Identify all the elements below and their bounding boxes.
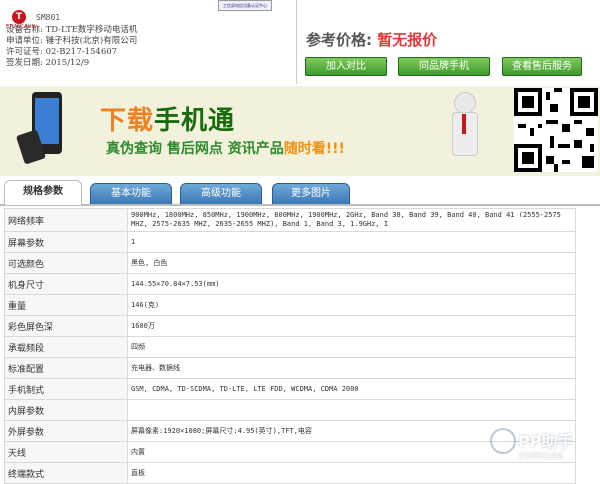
- price-value: 暂无报价: [377, 31, 438, 49]
- spec-key: 终端款式: [4, 462, 128, 484]
- spec-value: 四频: [127, 336, 576, 358]
- spec-value: 1600万: [127, 315, 576, 337]
- spec-value: GSM, CDMA, TD-SCDMA, TD-LTE, LTE FDD, WC…: [127, 378, 576, 400]
- spec-value: 146(克): [127, 294, 576, 316]
- spec-key: 彩色屏色深: [4, 315, 128, 337]
- add-compare-button[interactable]: 加入对比: [305, 57, 387, 76]
- spec-key: 手机制式: [4, 378, 128, 400]
- table-row: 屏幕参数 1: [4, 231, 576, 253]
- device-header: T ETIANCAUN SM801 工信部电信设备认证中心 设备名称: TD-L…: [0, 0, 600, 84]
- spec-key: 可选颜色: [4, 252, 128, 274]
- spec-key: 标准配置: [4, 357, 128, 379]
- brand-logo-icon: T: [12, 10, 26, 24]
- applicant-line: 申请单位: 锤子科技(北京)有限公司: [6, 36, 138, 46]
- spec-value: 1: [127, 231, 576, 253]
- tab-advanced-features[interactable]: 高级功能: [180, 183, 262, 204]
- spec-value: [127, 399, 576, 421]
- table-row: 可选颜色 黑色, 白色: [4, 252, 576, 274]
- watermark-text: PP助手: [518, 432, 574, 451]
- table-row: 标准配置 充电器、数据线: [4, 357, 576, 379]
- watermark-url: 25PP.COM: [518, 452, 563, 462]
- table-row: 承载频段 四频: [4, 336, 576, 358]
- model-number: SM801: [36, 13, 61, 22]
- banner-subtitle-features: 真伪查询 售后网点 资讯产品: [106, 141, 284, 157]
- issue-date-line: 签发日期: 2015/12/9: [6, 58, 90, 68]
- tab-basic-features[interactable]: 基本功能: [90, 183, 172, 204]
- spec-value: 黑色, 白色: [127, 252, 576, 274]
- watermark: PP助手 25PP.COM: [490, 428, 600, 476]
- device-info-panel: T ETIANCAUN SM801 工信部电信设备认证中心 设备名称: TD-L…: [0, 0, 297, 84]
- device-name-line: 设备名称: TD-LTE数字移动电话机: [6, 25, 138, 35]
- spec-key: 机身尺寸: [4, 273, 128, 295]
- license-line: 许可证号: 02-B217-154607: [6, 47, 118, 57]
- spec-key: 网络频率: [4, 208, 128, 232]
- qr-code: [514, 88, 598, 172]
- table-row: 内屏参数: [4, 399, 576, 421]
- banner-title-app: 手机通: [154, 106, 236, 136]
- after-sales-button[interactable]: 查看售后服务: [502, 57, 582, 76]
- mascot-figure: [440, 92, 490, 172]
- app-download-banner[interactable]: 下载手机通 真伪查询 售后网点 资讯产品随时看!!!: [0, 86, 600, 176]
- spec-key: 屏幕参数: [4, 231, 128, 253]
- table-row: 机身尺寸 144.55×70.84×7.53(mm): [4, 273, 576, 295]
- tab-more-images[interactable]: 更多图片: [272, 183, 350, 204]
- banner-title-download: 下载: [100, 106, 155, 136]
- price-display: 参考价格: 暂无报价: [306, 29, 437, 50]
- spec-key: 内屏参数: [4, 399, 128, 421]
- device-info-lines: 设备名称: TD-LTE数字移动电话机 申请单位: 锤子科技(北京)有限公司 许…: [6, 25, 137, 69]
- banner-title: 下载手机通: [100, 100, 235, 137]
- table-row: 重量 146(克): [4, 294, 576, 316]
- table-row: 网络频率 900MHz, 1800MHz, 850MHz, 1900MHz, 80…: [4, 208, 576, 232]
- action-buttons: 加入对比 同品牌手机 查看售后服务: [305, 57, 598, 76]
- banner-subtitle: 真伪查询 售后网点 资讯产品随时看!!!: [106, 138, 345, 158]
- spec-value: 900MHz, 1800MHz, 850MHz, 1900MHz, 800MHz…: [127, 208, 576, 232]
- same-brand-button[interactable]: 同品牌手机: [398, 57, 490, 76]
- table-row: 彩色屏色深 1600万: [4, 315, 576, 337]
- qr-code-icon: [514, 88, 598, 172]
- spec-value: 144.55×70.84×7.53(mm): [127, 273, 576, 295]
- spec-key: 外屏参数: [4, 420, 128, 442]
- certification-badge: 工信部电信设备认证中心: [218, 0, 272, 11]
- banner-subtitle-anytime: 随时看!!!: [283, 141, 345, 157]
- table-row: 手机制式 GSM, CDMA, TD-SCDMA, TD-LTE, LTE FDD…: [4, 378, 576, 400]
- spec-key: 承载频段: [4, 336, 128, 358]
- spec-key: 天线: [4, 441, 128, 463]
- spec-value: 充电器、数据线: [127, 357, 576, 379]
- tab-specs[interactable]: 规格参数: [4, 180, 82, 205]
- spec-tabs: 规格参数 基本功能 高级功能 更多图片: [0, 178, 600, 206]
- price-label: 参考价格:: [306, 31, 372, 49]
- spec-key: 重量: [4, 294, 128, 316]
- pp-logo-icon: [490, 428, 516, 454]
